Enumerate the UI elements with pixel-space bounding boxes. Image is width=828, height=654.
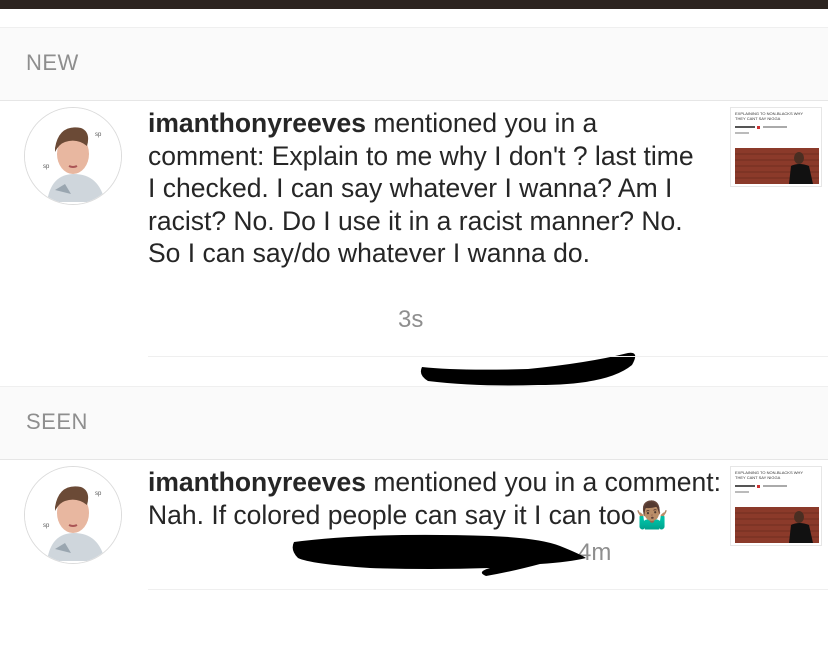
avatar[interactable]: sp sp	[24, 107, 122, 205]
redaction-scribble	[292, 534, 586, 576]
svg-text:sp: sp	[43, 523, 50, 529]
thumbnail-image: EXPLAINING TO NON-BLACKS WHY THEY CANT S…	[731, 467, 821, 545]
notification-text: imanthonyreeves mentioned you in a comme…	[148, 107, 708, 270]
notification-row-new[interactable]: sp sp imanthonyreeves mentioned you in a…	[0, 101, 828, 386]
avatar-image: sp sp	[25, 108, 121, 204]
thumb-caption-2: THEY CANT SAY NIGGA	[735, 116, 781, 121]
thumbnail-image: EXPLAINING TO NON-BLACKS WHY THEY CANT S…	[731, 108, 821, 186]
section-header-seen: SEEN	[0, 386, 828, 460]
timestamp: 3s	[398, 306, 424, 333]
username-link[interactable]: imanthonyreeves	[148, 467, 366, 497]
avatar-image: sp sp	[25, 467, 121, 563]
svg-text:sp: sp	[95, 491, 102, 497]
username-link[interactable]: imanthonyreeves	[148, 108, 366, 138]
notification-row-seen[interactable]: sp sp imanthonyreeves mentioned you in a…	[0, 460, 828, 590]
svg-text:sp: sp	[95, 132, 102, 138]
thumb-caption-2: THEY CANT SAY NIGGA	[735, 475, 781, 480]
post-thumbnail[interactable]: EXPLAINING TO NON-BLACKS WHY THEY CANT S…	[730, 107, 822, 187]
svg-text:sp: sp	[43, 164, 50, 170]
row-divider	[148, 589, 828, 590]
avatar[interactable]: sp sp	[24, 466, 122, 564]
shrug-emoji: 🤷🏽‍♂️	[635, 499, 669, 530]
section-title-new: NEW	[26, 50, 79, 75]
top-status-bar	[0, 0, 828, 9]
section-title-seen: SEEN	[26, 409, 88, 434]
notification-text: imanthonyreeves mentioned you in a comme…	[148, 466, 728, 531]
section-header-new: NEW	[0, 27, 828, 101]
post-thumbnail[interactable]: EXPLAINING TO NON-BLACKS WHY THEY CANT S…	[730, 466, 822, 546]
row-divider	[148, 356, 828, 357]
